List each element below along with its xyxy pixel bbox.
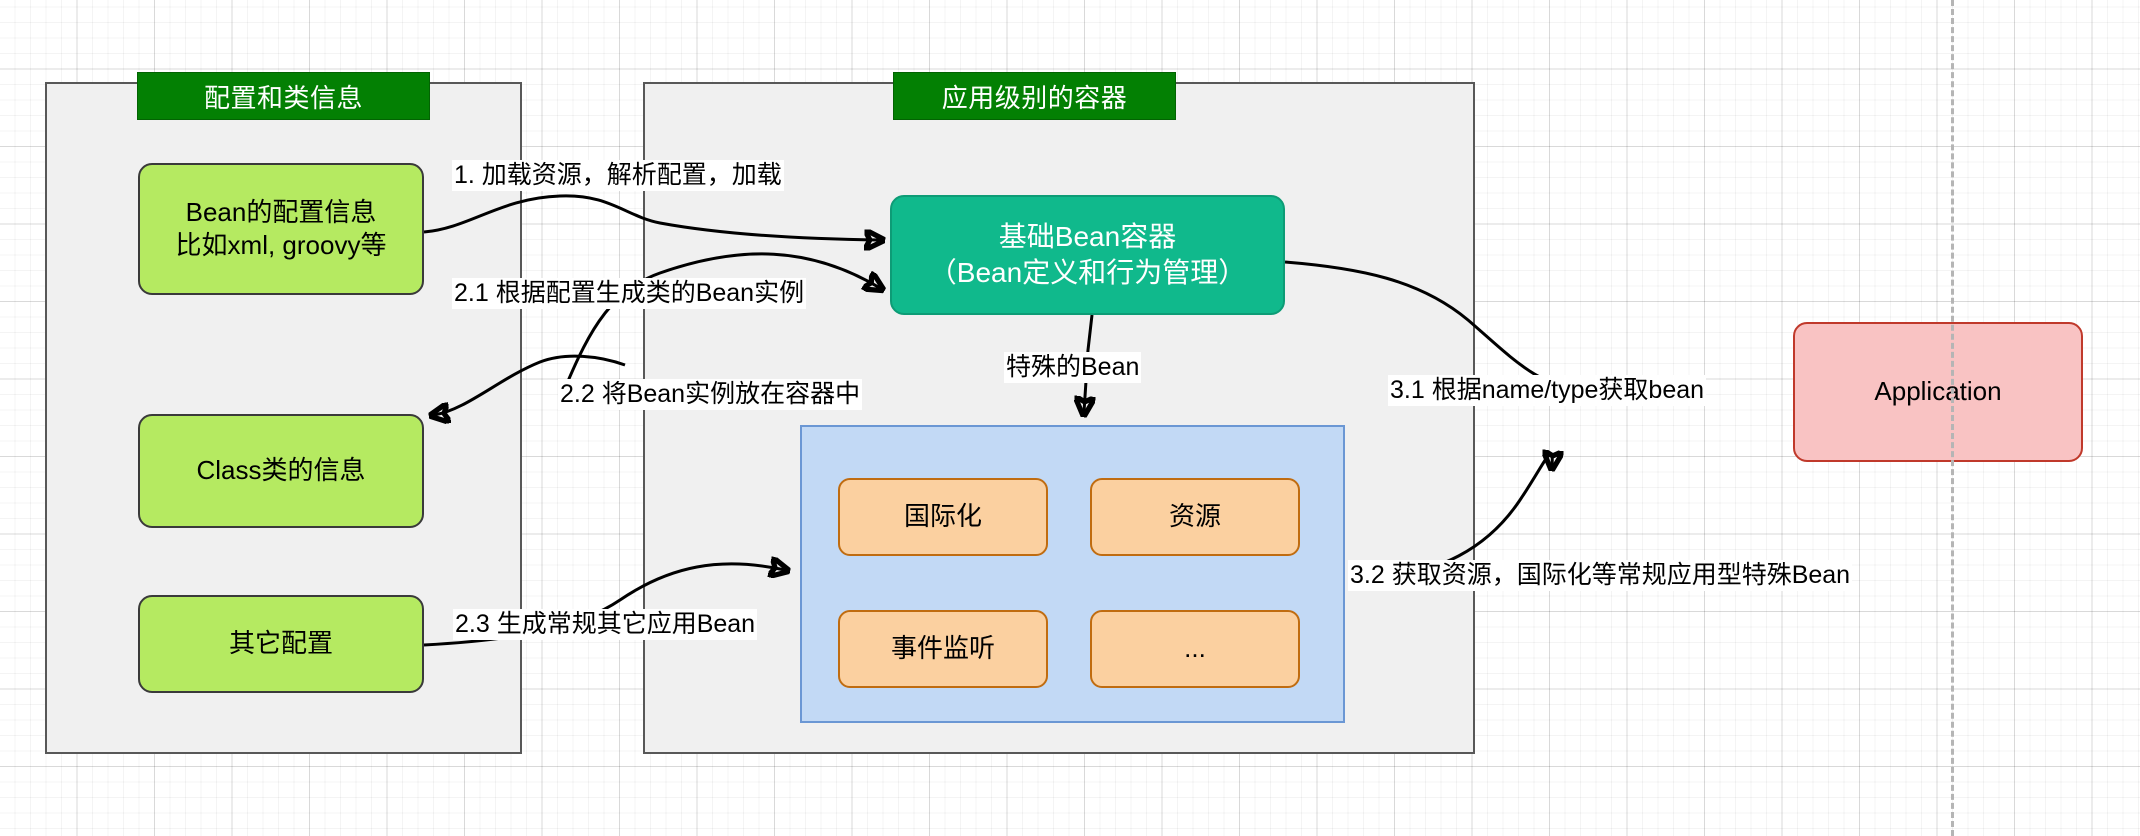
edge-label-special-bean: 特殊的Bean [1004, 352, 1142, 383]
page-boundary-dashed-line [1951, 0, 1954, 836]
group-title-label: 配置和类信息 [203, 82, 363, 113]
node-label: Bean的配置信息 比如xml, groovy等 [175, 196, 387, 260]
node-application[interactable]: Application [1793, 322, 2083, 462]
node-resource[interactable]: 资源 [1090, 478, 1300, 556]
edge-label-load-resource: 1. 加载资源，解析配置，加载 [452, 160, 784, 191]
edge-label-put-bean-in-container: 2.2 将Bean实例放在容器中 [558, 379, 863, 410]
edge-label-text: 2.1 根据配置生成类的Bean实例 [454, 279, 805, 307]
node-label: Class类的信息 [196, 455, 366, 486]
node-bean-config-info[interactable]: Bean的配置信息 比如xml, groovy等 [138, 163, 424, 295]
edge-label-text: 1. 加载资源，解析配置，加载 [454, 161, 782, 189]
node-label: 国际化 [903, 501, 982, 532]
node-ellipsis[interactable]: ... [1090, 610, 1300, 688]
group-title-config-and-class-info: 配置和类信息 [137, 72, 430, 120]
node-class-info[interactable]: Class类的信息 [138, 414, 424, 528]
node-label: Application [1874, 376, 2002, 407]
node-label: 基础Bean容器 （Bean定义和行为管理） [928, 221, 1247, 288]
node-other-config[interactable]: 其它配置 [138, 595, 424, 693]
edge-label-generate-bean-instance: 2.1 根据配置生成类的Bean实例 [452, 278, 807, 309]
edge-label-text: 特殊的Bean [1006, 353, 1140, 381]
edge-label-get-bean-by-name-type: 3.1 根据name/type获取bean [1388, 375, 1707, 406]
node-label: 资源 [1168, 501, 1221, 532]
node-i18n[interactable]: 国际化 [838, 478, 1048, 556]
edge-label-text: 3.2 获取资源，国际化等常规应用型特殊Bean [1350, 561, 1851, 589]
edge-label-text: 3.1 根据name/type获取bean [1390, 376, 1705, 404]
group-title-label: 应用级别的容器 [941, 82, 1128, 113]
edge-label-text: 2.2 将Bean实例放在容器中 [560, 380, 861, 408]
edge-label-generate-regular-beans: 2.3 生成常规其它应用Bean [453, 609, 758, 640]
node-label: 事件监听 [890, 633, 995, 664]
edge-label-get-resource-i18n: 3.2 获取资源，国际化等常规应用型特殊Bean [1348, 560, 1853, 591]
node-label: ... [1184, 633, 1206, 664]
diagram-canvas: 配置和类信息 应用级别的容器 Bean的配置信息 比如xml, groovy等 [0, 0, 2140, 836]
node-label: 其它配置 [228, 628, 333, 659]
edge-label-text: 2.3 生成常规其它应用Bean [455, 610, 756, 638]
group-title-application-container: 应用级别的容器 [893, 72, 1176, 120]
node-event-listener[interactable]: 事件监听 [838, 610, 1048, 688]
node-base-bean-container[interactable]: 基础Bean容器 （Bean定义和行为管理） [890, 195, 1285, 315]
